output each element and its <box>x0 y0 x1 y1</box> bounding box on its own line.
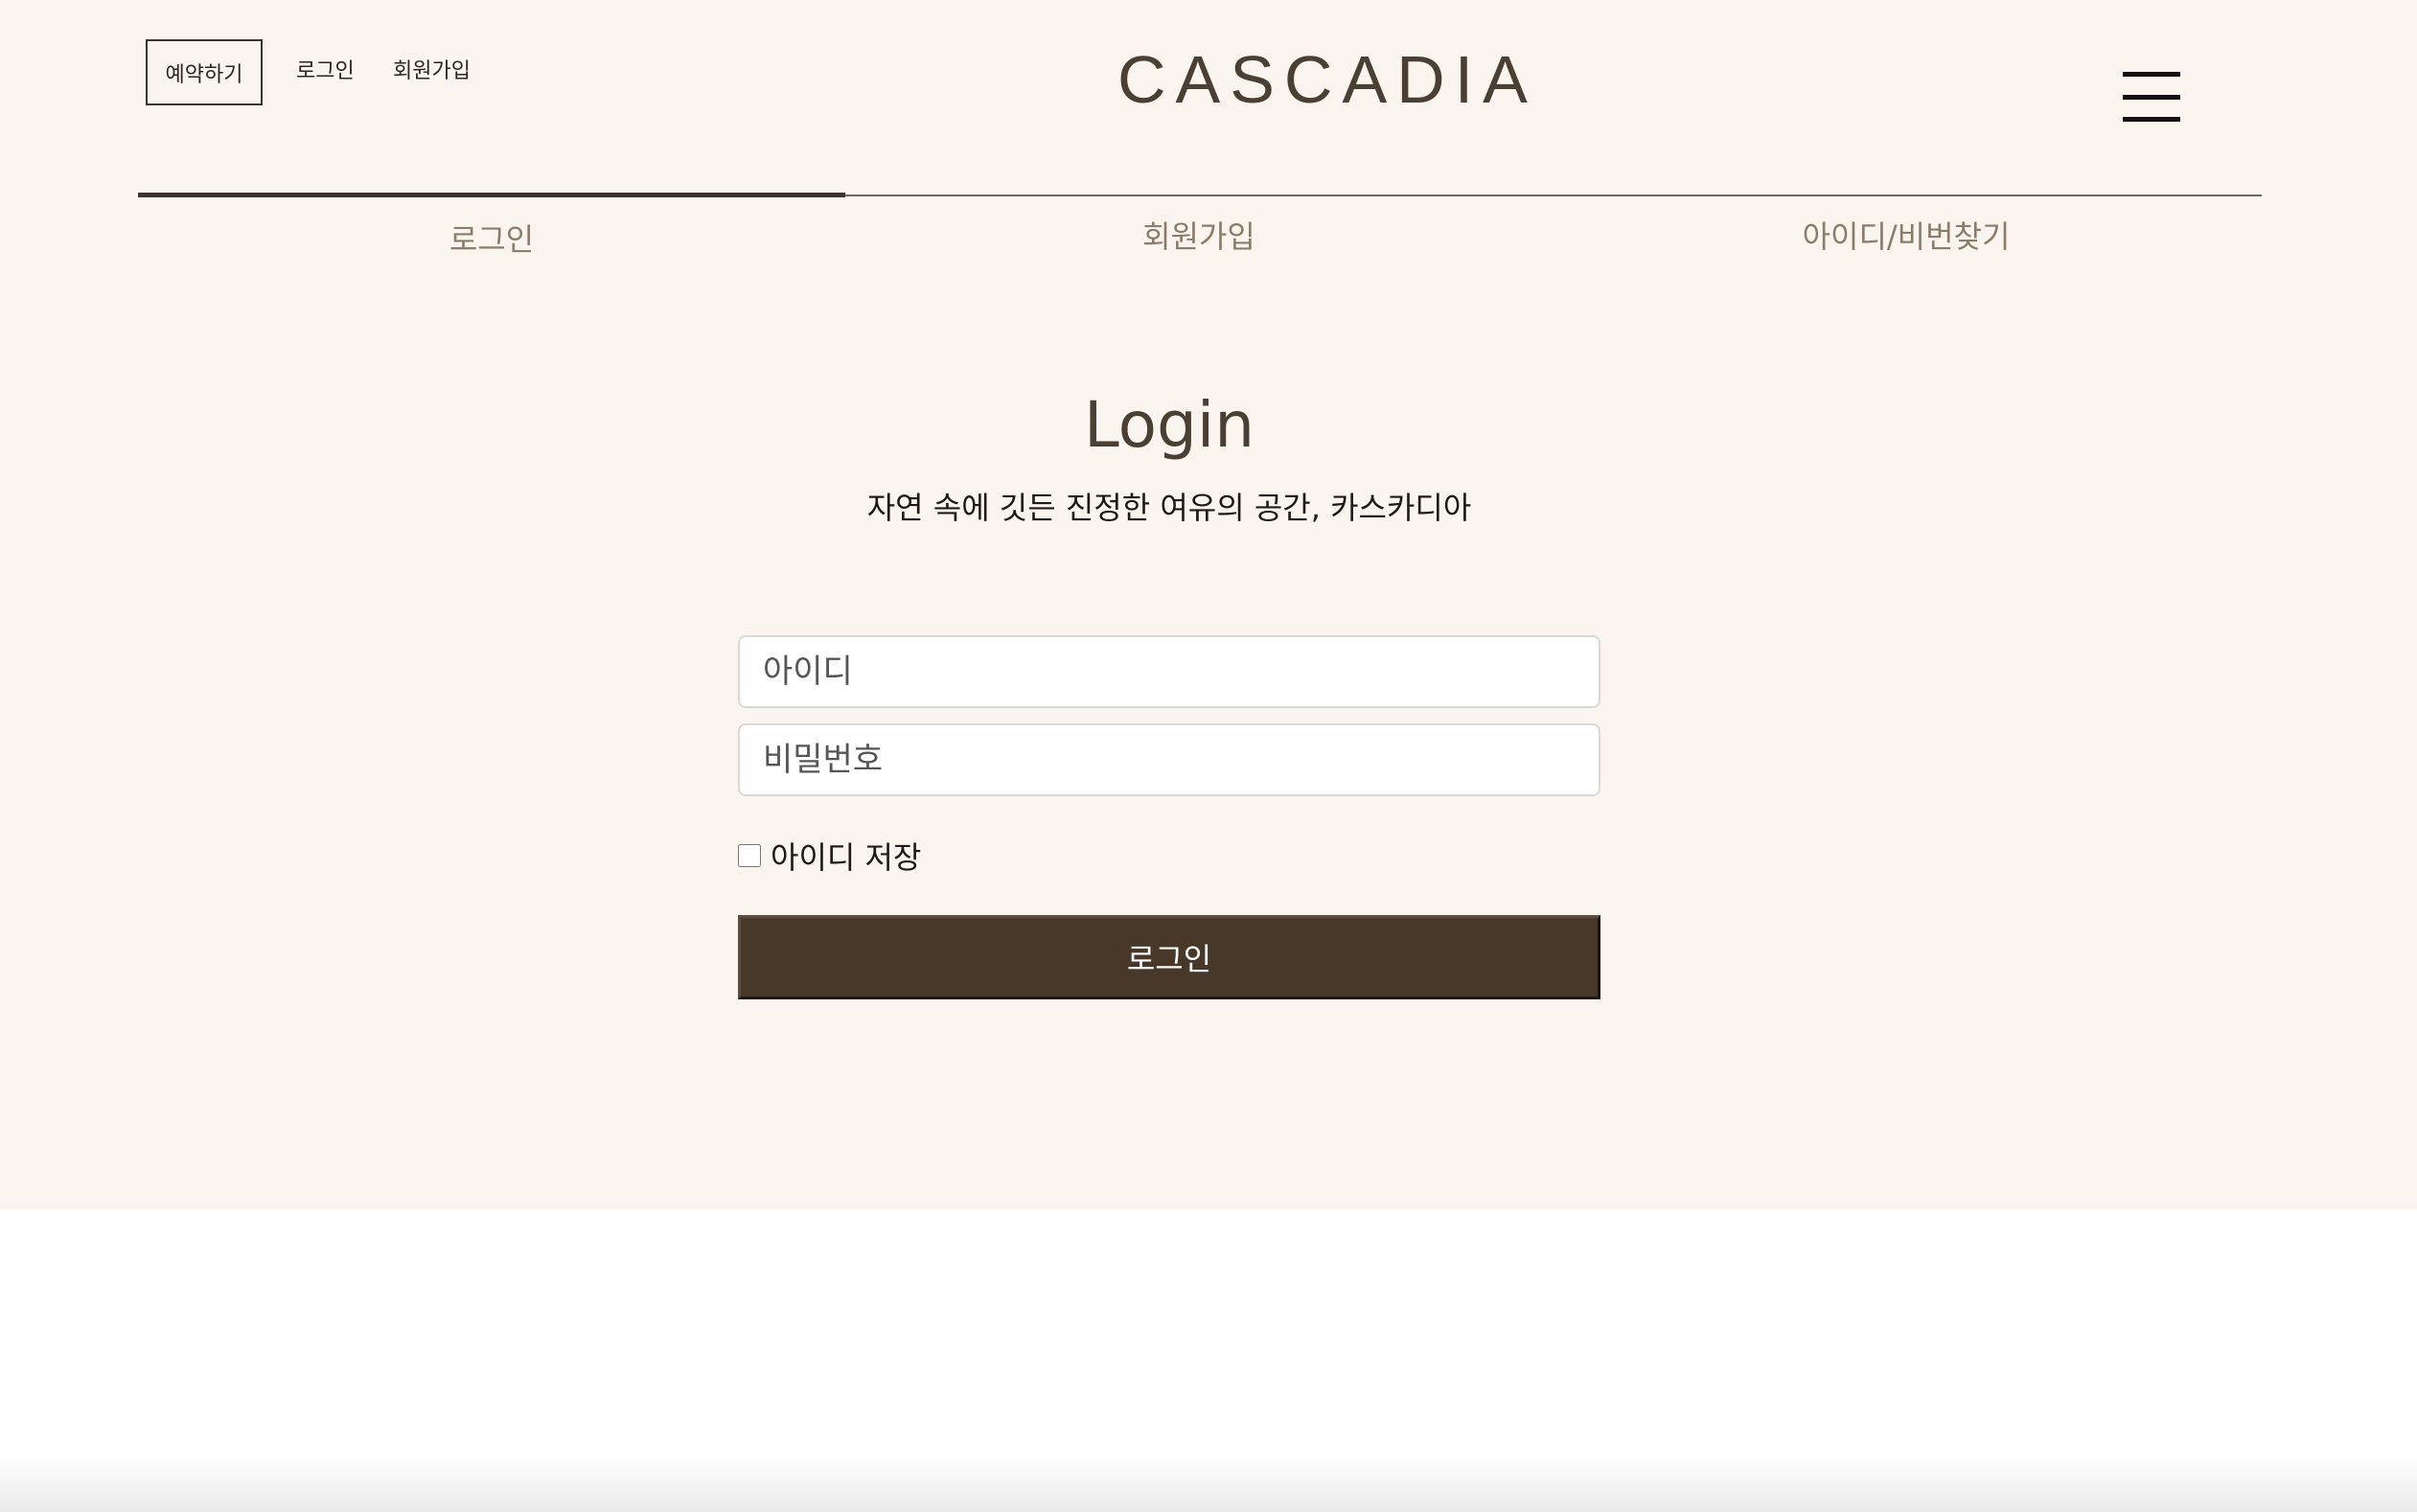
password-input[interactable] <box>738 723 1600 796</box>
header-login-link[interactable]: 로그인 <box>296 54 355 84</box>
page-subtitle: 자연 속에 깃든 진정한 여유의 공간, 카스카디아 <box>866 490 1472 526</box>
site-logo[interactable]: CASCADIA <box>1117 46 1528 113</box>
hamburger-menu-icon[interactable] <box>2123 72 2180 122</box>
bottom-shadow <box>0 1455 2417 1512</box>
tab-find-account[interactable]: 아이디/비번찾기 <box>1553 213 2260 257</box>
menu-line <box>2123 95 2180 100</box>
page-background <box>0 0 2417 1209</box>
remember-id-checkbox[interactable] <box>738 844 761 867</box>
remember-id-label: 아이디 저장 <box>771 839 922 876</box>
menu-line <box>2123 72 2180 77</box>
remember-id[interactable]: 아이디 저장 <box>738 834 921 878</box>
page-title: Login <box>1083 388 1255 462</box>
reserve-button[interactable]: 예약하기 <box>146 39 263 105</box>
page: 예약하기 로그인 회원가입 CASCADIA 로그인 회원가입 아이디/비번찾기… <box>0 0 2417 1512</box>
menu-line <box>2123 117 2180 122</box>
tab-signup[interactable]: 회원가입 <box>845 213 1553 257</box>
login-submit-button[interactable]: 로그인 <box>738 915 1600 999</box>
header-signup-link[interactable]: 회원가입 <box>393 54 471 84</box>
id-input[interactable] <box>738 635 1600 708</box>
tab-login[interactable]: 로그인 <box>138 216 845 260</box>
active-tab-indicator <box>138 193 845 197</box>
